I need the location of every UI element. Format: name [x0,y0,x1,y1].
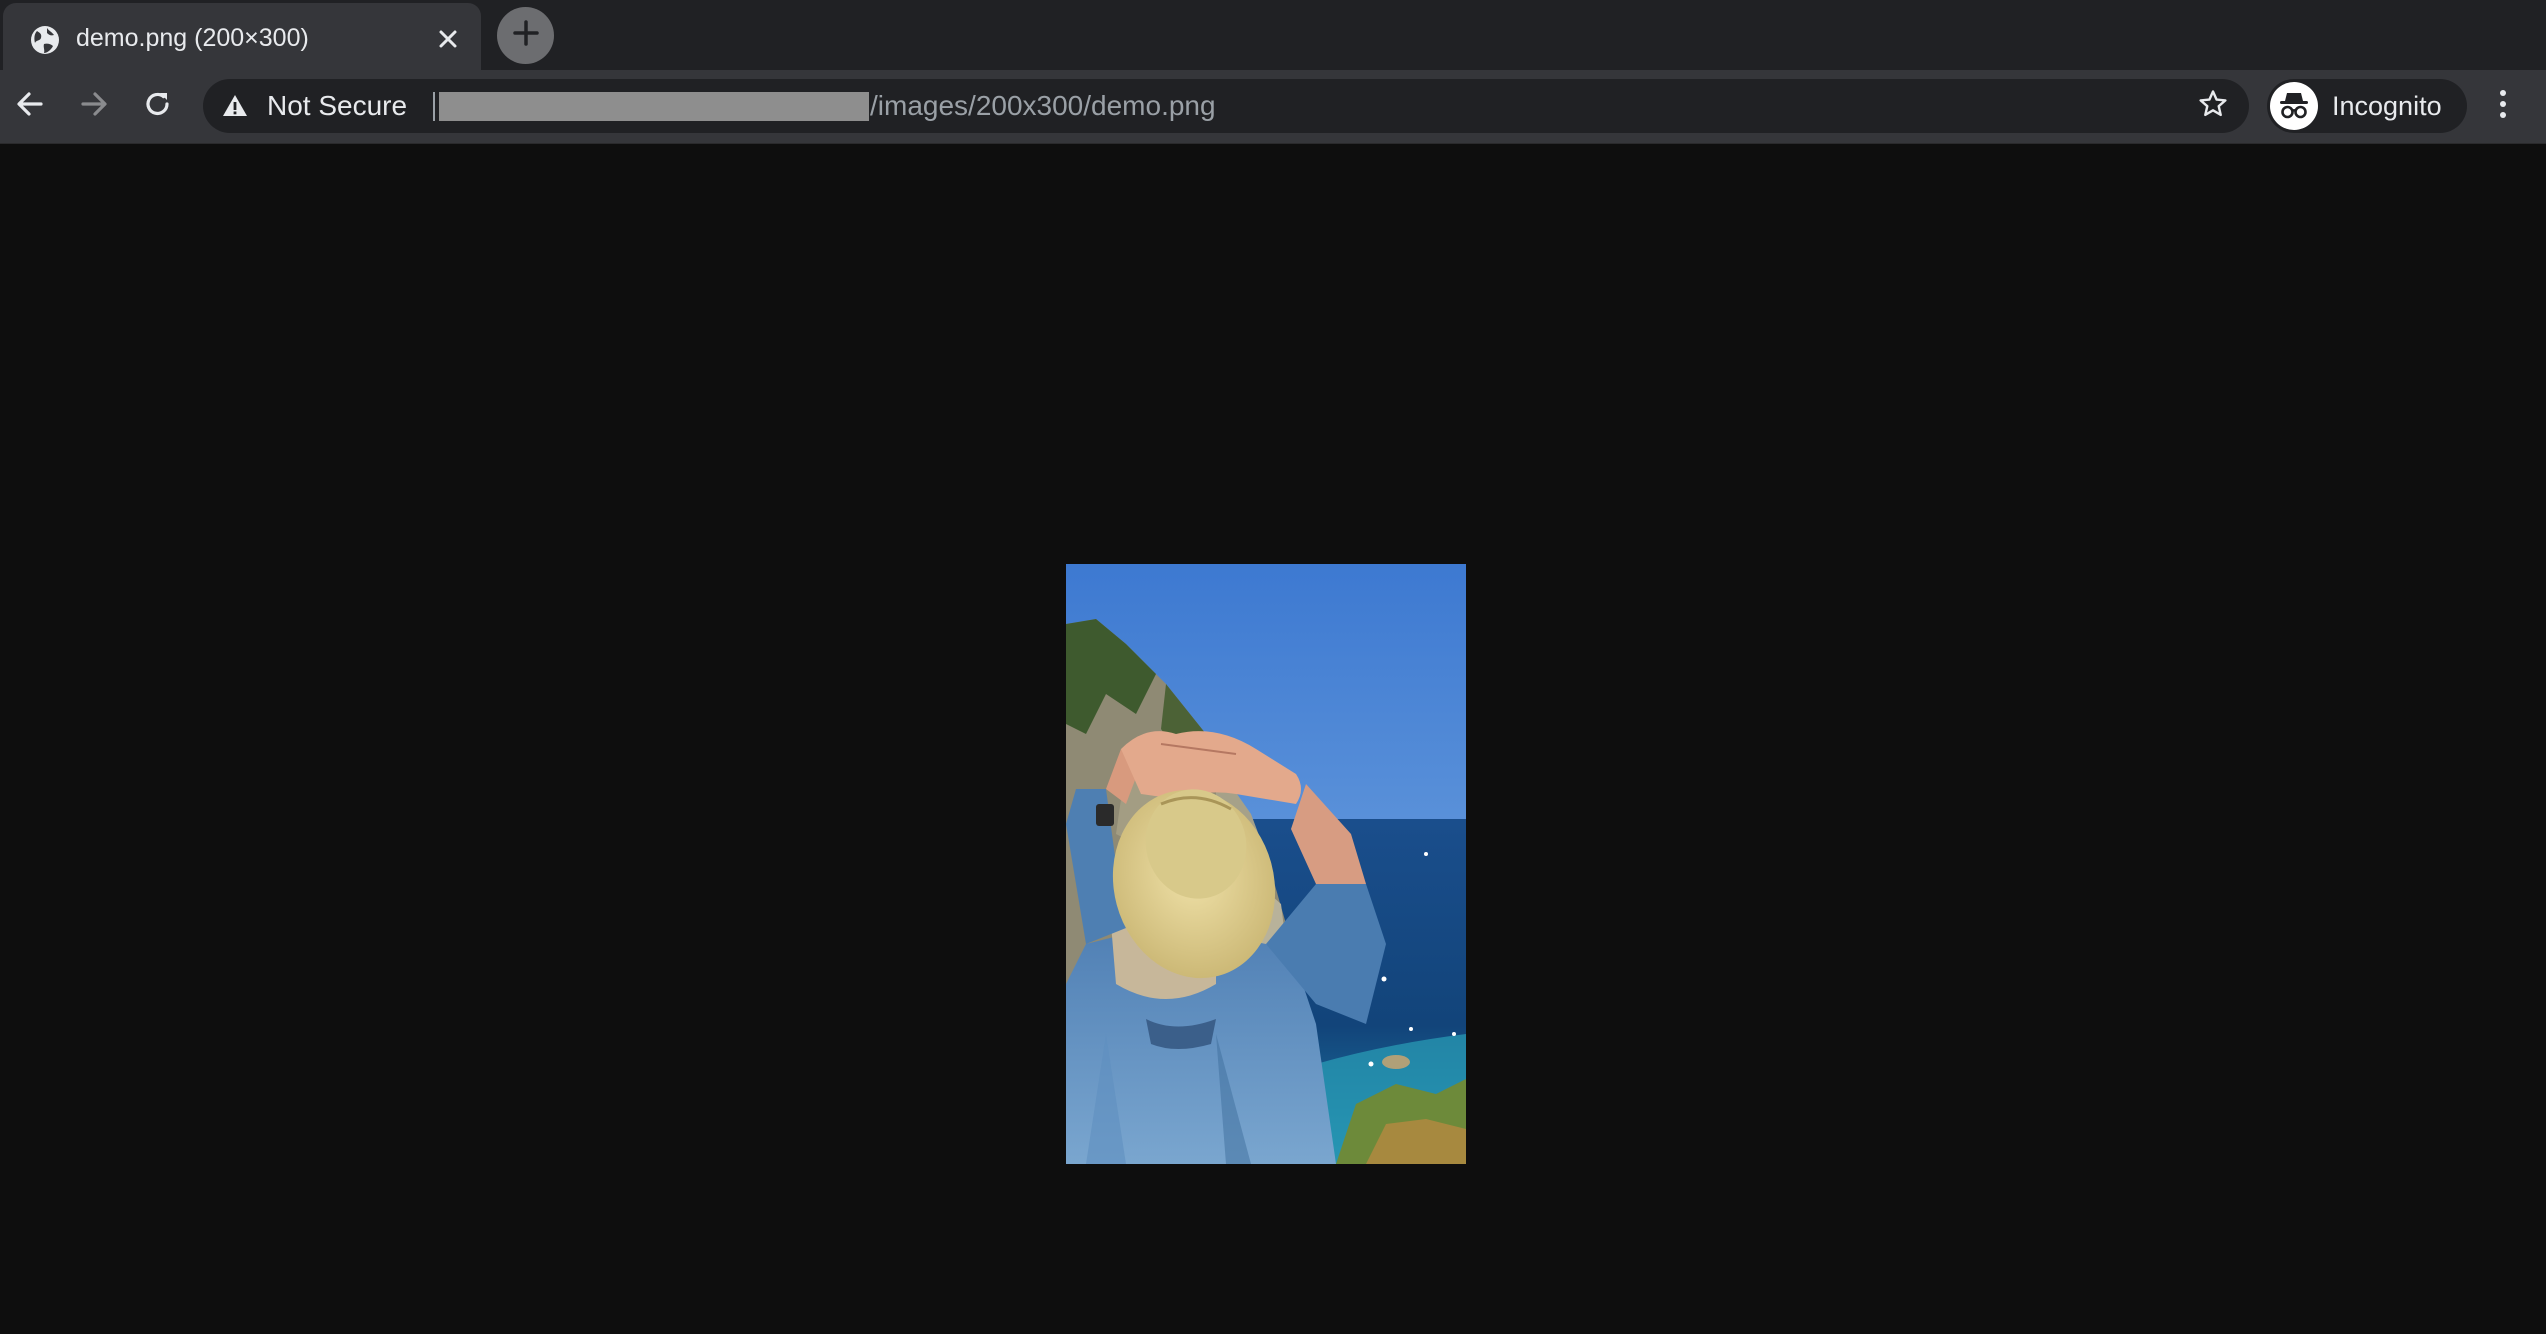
plus-icon [511,18,541,53]
menu-button[interactable] [2482,85,2524,127]
profile-button[interactable]: Incognito [2267,79,2467,133]
url-divider [433,92,435,121]
security-label: Not Secure [267,90,408,121]
browser-window: demo.png (200×300) Not Secure /images/20… [0,0,2546,1334]
kebab-menu-icon [2498,88,2508,125]
new-tab-button[interactable] [497,7,554,64]
active-tab[interactable]: demo.png (200×300) [3,3,481,70]
tab-title: demo.png (200×300) [76,24,309,52]
bookmark-button[interactable] [2196,89,2230,123]
tab-strip: demo.png (200×300) [0,0,2546,70]
security-indicator[interactable]: Not Secure [221,79,407,133]
incognito-icon [2270,82,2318,130]
toolbar: Not Secure /images/200x300/demo.png Inco… [0,70,2546,144]
arrow-left-icon [14,88,46,125]
page-content [0,144,2546,1334]
profile-label: Incognito [2332,91,2442,121]
demo-image[interactable] [1066,564,1466,1164]
url-host-redacted [439,92,869,121]
warning-triangle-icon [221,92,249,120]
reload-button[interactable] [137,85,179,127]
globe-icon [27,22,63,58]
close-icon[interactable] [432,23,464,55]
url-path: /images/200x300/demo.png [870,90,1216,121]
forward-button[interactable] [73,85,115,127]
address-bar[interactable]: Not Secure /images/200x300/demo.png [203,79,2249,133]
arrow-right-icon [78,88,110,125]
back-button[interactable] [9,85,51,127]
star-icon [2197,88,2229,125]
reload-icon [142,88,174,125]
